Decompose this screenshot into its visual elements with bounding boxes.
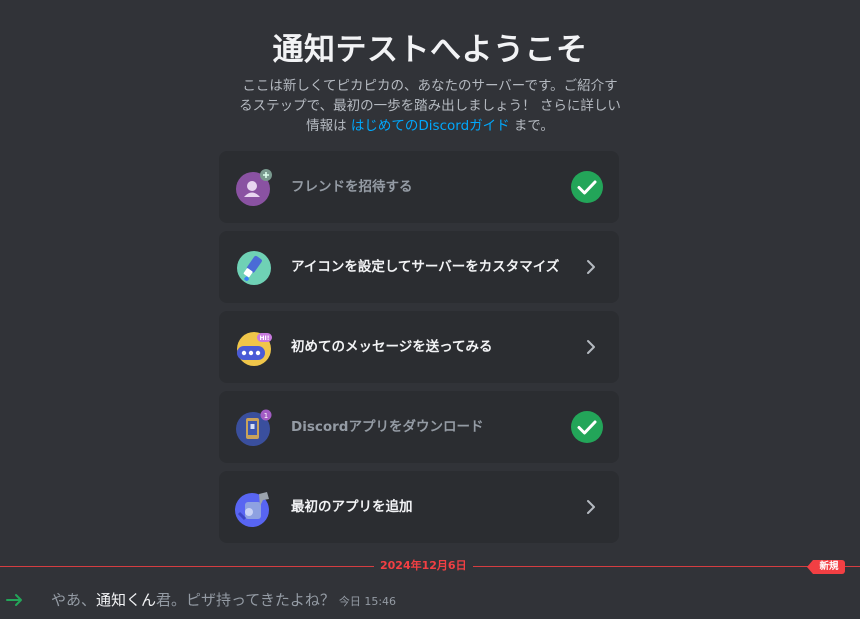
invite-friend-icon (235, 169, 273, 207)
discord-guide-link[interactable]: はじめてのDiscordガイド (351, 118, 510, 134)
welcome-title: 通知テストへようこそ (272, 32, 588, 68)
join-message-text: やあ、通知くん君。ピザ持ってきたよね？ 今日 15:46 (51, 590, 396, 612)
paintbrush-icon (235, 249, 273, 287)
svg-text:1: 1 (264, 412, 268, 420)
desc-line-1: ここは新しくてピカピカの、あなたのサーバーです。ご紹介す (242, 78, 618, 94)
desc-line-3-prefix: 情報は (306, 118, 351, 134)
new-badge: 新規 (807, 560, 845, 574)
desc-line-2: るステップで、最初の一歩を踏み出しましょう！ さらに詳しい (239, 98, 621, 114)
mobile-app-icon: 1 (235, 409, 273, 447)
join-arrow-icon (6, 592, 24, 608)
card-customize-server[interactable]: アイコンを設定してサーバーをカスタマイズ (219, 231, 619, 303)
message-prefix: やあ、 (51, 591, 97, 609)
card-label: 初めてのメッセージを送ってみる (291, 339, 493, 355)
message-suffix: 君。ピザ持ってきたよね？ (156, 591, 335, 609)
card-label: 最初のアプリを追加 (291, 499, 413, 515)
card-download-app[interactable]: 1 Discordアプリをダウンロード (219, 391, 619, 463)
card-label: Discordアプリをダウンロード (291, 419, 484, 435)
chevron-right-icon (581, 497, 601, 517)
svg-text:HI!: HI! (260, 335, 270, 342)
robot-app-icon (235, 489, 273, 527)
divider-date: 2024年12月6日 (374, 558, 473, 574)
welcome-description: ここは新しくてピカピカの、あなたのサーバーです。ご紹介す るステップで、最初の一… (220, 76, 640, 136)
check-icon (571, 171, 603, 203)
chevron-right-icon (581, 257, 601, 277)
card-send-first-message[interactable]: HI! 初めてのメッセージを送ってみる (219, 311, 619, 383)
join-message: やあ、通知くん君。ピザ持ってきたよね？ 今日 15:46 (0, 588, 860, 614)
username[interactable]: 通知くん (96, 591, 156, 609)
chevron-right-icon (581, 337, 601, 357)
message-timestamp: 今日 15:46 (338, 595, 397, 608)
check-icon (571, 411, 603, 443)
card-invite-friends[interactable]: フレンドを招待する (219, 151, 619, 223)
desc-line-3-suffix: まで。 (509, 118, 554, 134)
card-label: アイコンを設定してサーバーをカスタマイズ (291, 259, 560, 275)
chat-bubble-icon: HI! (235, 329, 273, 367)
card-label: フレンドを招待する (291, 179, 413, 195)
card-add-first-app[interactable]: 最初のアプリを追加 (219, 471, 619, 543)
